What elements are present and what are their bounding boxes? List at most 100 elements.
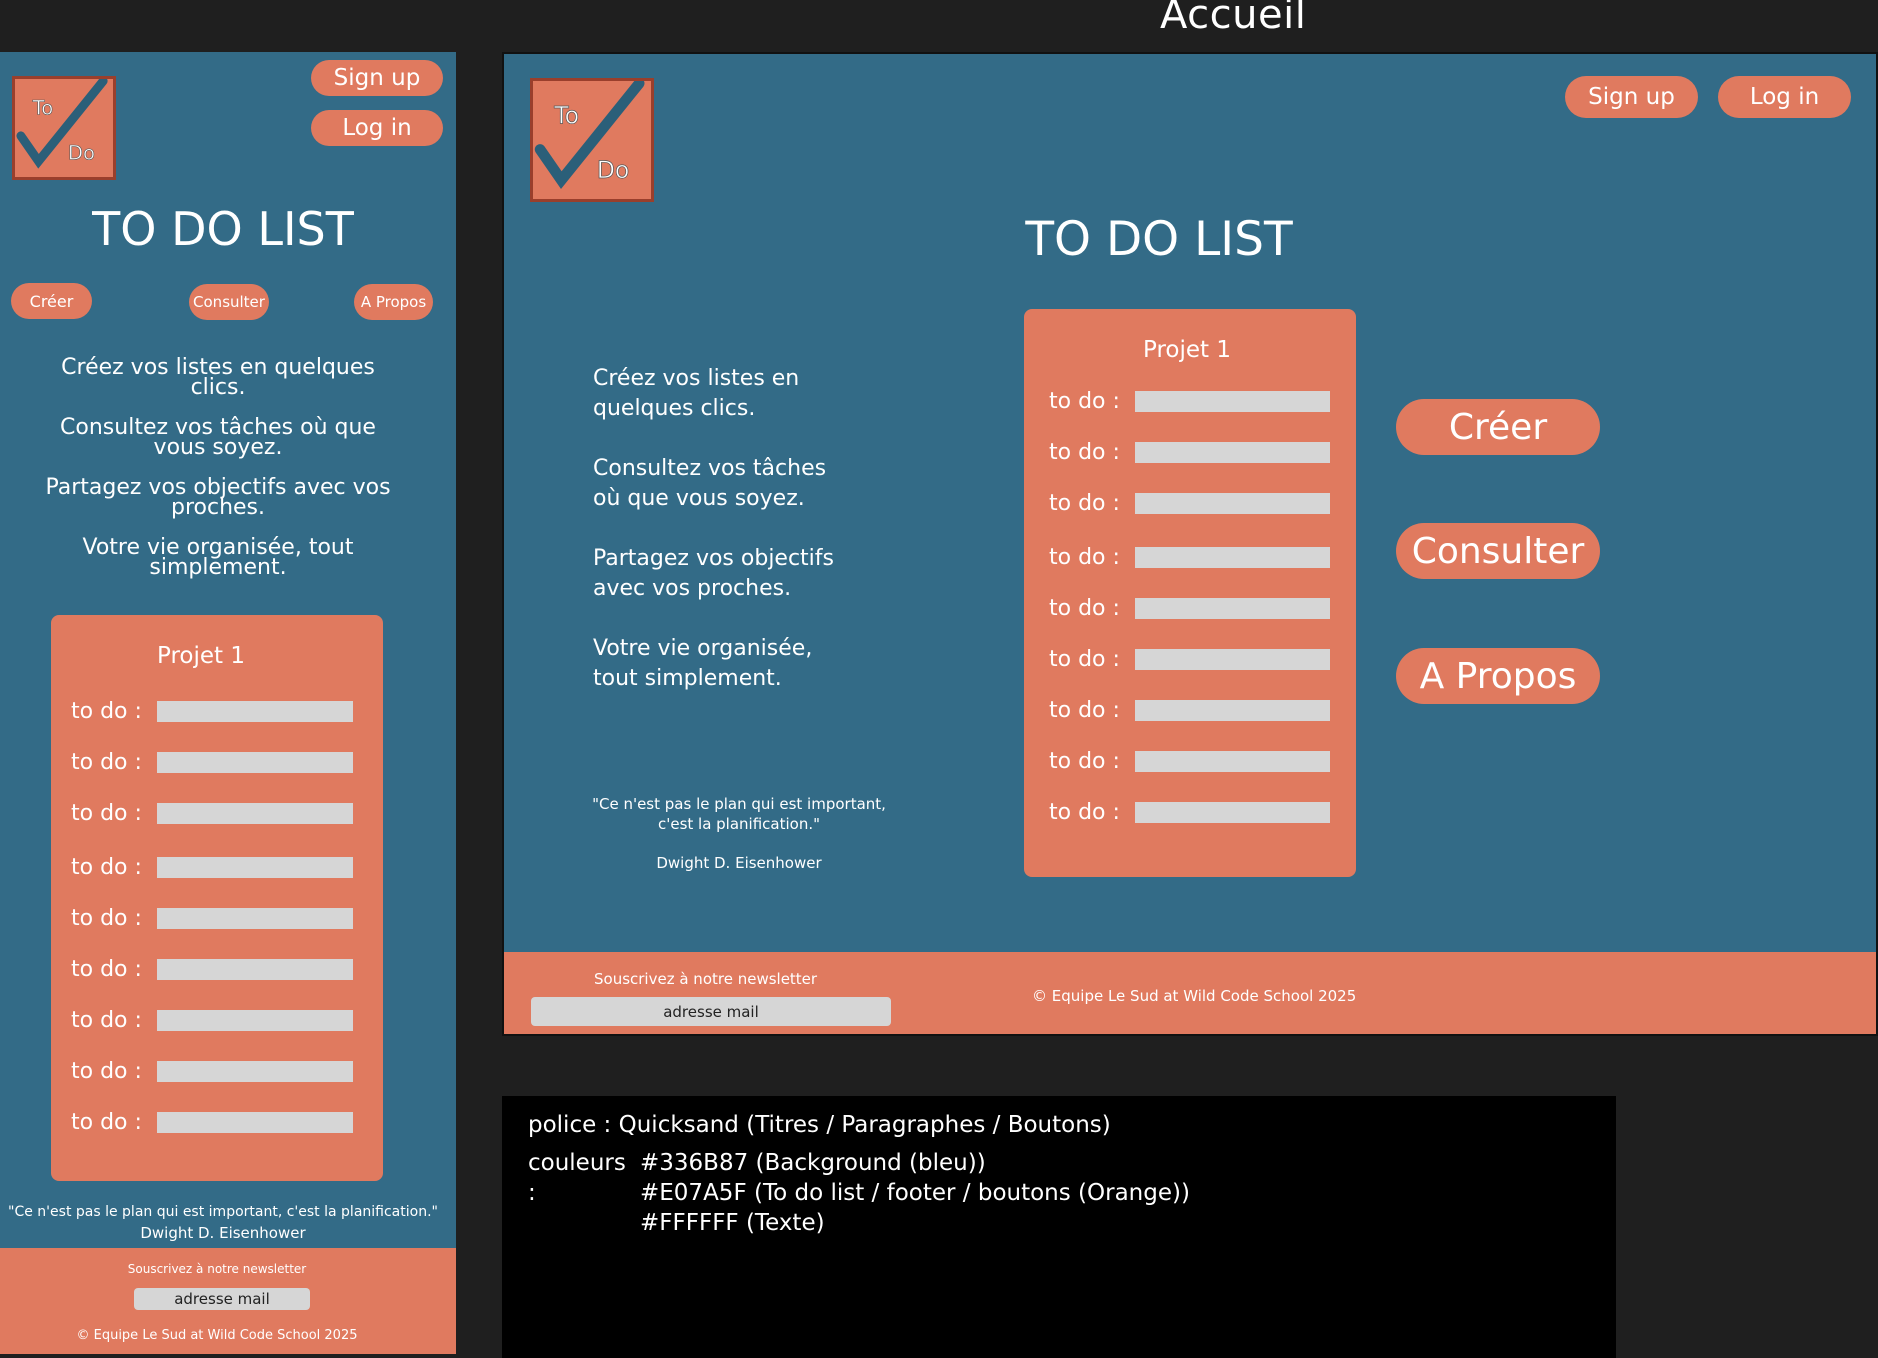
- todo-label: to do :: [1049, 800, 1120, 825]
- signup-button[interactable]: Sign up: [311, 60, 443, 96]
- intro-paragraph: Consultez vos tâches où que vous soyez.: [60, 415, 376, 460]
- intro-paragraph: Votre vie organisée, tout simplement.: [593, 636, 813, 691]
- todo-row: to do :: [1049, 545, 1330, 570]
- todo-row: to do :: [71, 699, 353, 724]
- email-field[interactable]: adresse mail: [134, 1288, 310, 1310]
- color-note: #336B87 (Background (bleu)): [640, 1150, 986, 1176]
- copyright: © Equipe Le Sud at Wild Code School 2025: [1032, 987, 1357, 1005]
- app-title: TO DO LIST: [1025, 212, 1293, 267]
- todo-label: to do :: [71, 750, 142, 775]
- create-button[interactable]: Créer: [11, 283, 92, 319]
- todo-input[interactable]: [157, 1061, 353, 1082]
- copyright: © Equipe Le Sud at Wild Code School 2025: [76, 1328, 358, 1343]
- todo-input[interactable]: [157, 803, 353, 824]
- todo-input[interactable]: [157, 908, 353, 929]
- quote-author: Dwight D. Eisenhower: [140, 1224, 306, 1242]
- todo-input[interactable]: [1135, 598, 1330, 619]
- todo-row: to do :: [71, 906, 353, 931]
- todo-input[interactable]: [1135, 700, 1330, 721]
- todo-label: to do :: [1049, 491, 1120, 516]
- logo-text-top: To: [32, 96, 54, 119]
- todo-label: to do :: [71, 855, 142, 880]
- todo-input[interactable]: [157, 959, 353, 980]
- todo-row: to do :: [1049, 749, 1330, 774]
- quote-text: "Ce n'est pas le plan qui est important,…: [8, 1204, 438, 1220]
- footer: Souscrivez à notre newsletter adresse ma…: [504, 952, 1876, 1034]
- create-button[interactable]: Créer: [1396, 399, 1600, 455]
- todo-input[interactable]: [157, 857, 353, 878]
- todo-label: to do :: [1049, 440, 1120, 465]
- logo-text-bottom: Do: [597, 156, 630, 184]
- intro-paragraph: Partagez vos objectifs avec vos proches.: [593, 546, 835, 601]
- todo-input[interactable]: [157, 701, 353, 722]
- font-note: police : Quicksand (Titres / Paragraphes…: [528, 1112, 1111, 1138]
- quote-author: Dwight D. Eisenhower: [656, 854, 822, 872]
- email-field[interactable]: adresse mail: [531, 997, 891, 1026]
- todo-row: to do :: [1049, 440, 1330, 465]
- app-logo[interactable]: To Do: [530, 78, 654, 202]
- todo-label: to do :: [71, 906, 142, 931]
- desktop-mockup: To Do Sign up Log in TO DO LIST Créez vo…: [502, 52, 1878, 1036]
- todo-row: to do :: [1049, 389, 1330, 414]
- todo-input[interactable]: [1135, 649, 1330, 670]
- todo-row: to do :: [71, 750, 353, 775]
- intro-paragraph: Créez vos listes en quelques clics.: [593, 366, 800, 421]
- todo-row: to do :: [1049, 491, 1330, 516]
- colors-label: couleurs :: [528, 1150, 626, 1206]
- newsletter-label: Souscrivez à notre newsletter: [127, 1262, 307, 1276]
- todo-row: to do :: [71, 957, 353, 982]
- todo-label: to do :: [71, 957, 142, 982]
- signup-button[interactable]: Sign up: [1565, 76, 1698, 118]
- todo-input[interactable]: [157, 752, 353, 773]
- todo-input[interactable]: [1135, 493, 1330, 514]
- todo-label: to do :: [1049, 545, 1120, 570]
- todo-label: to do :: [71, 1110, 142, 1135]
- todo-label: to do :: [1049, 749, 1120, 774]
- todo-input[interactable]: [1135, 391, 1330, 412]
- footer: Souscrivez à notre newsletter adresse ma…: [0, 1248, 456, 1354]
- todo-row: to do :: [71, 801, 353, 826]
- app-title: TO DO LIST: [92, 202, 354, 256]
- todo-row: to do :: [1049, 647, 1330, 672]
- todo-label: to do :: [71, 801, 142, 826]
- project-card: Projet 1 to do : to do : to do : to do :…: [1024, 309, 1356, 877]
- logo-text-top: To: [553, 101, 579, 129]
- color-note: #E07A5F (To do list / footer / boutons (…: [640, 1180, 1190, 1206]
- todo-input[interactable]: [1135, 547, 1330, 568]
- logo-text-bottom: Do: [68, 141, 95, 164]
- intro-paragraph: Votre vie organisée, tout simplement.: [82, 535, 354, 580]
- todo-input[interactable]: [157, 1112, 353, 1133]
- intro-paragraph: Consultez vos tâches où que vous soyez.: [593, 456, 827, 511]
- todo-row: to do :: [71, 855, 353, 880]
- page-title: Accueil: [1160, 0, 1307, 38]
- todo-label: to do :: [71, 1059, 142, 1084]
- intro-text: Créez vos listes en quelques clics. Cons…: [593, 364, 843, 694]
- todo-row: to do :: [71, 1008, 353, 1033]
- todo-input[interactable]: [1135, 751, 1330, 772]
- todo-input[interactable]: [157, 1010, 353, 1031]
- project-title: Projet 1: [1143, 337, 1231, 363]
- todo-label: to do :: [1049, 389, 1120, 414]
- about-button[interactable]: A Propos: [354, 284, 433, 320]
- todo-label: to do :: [1049, 698, 1120, 723]
- consult-button[interactable]: Consulter: [1396, 523, 1600, 579]
- todo-input[interactable]: [1135, 442, 1330, 463]
- quote-text: "Ce n'est pas le plan qui est important,…: [574, 794, 904, 834]
- login-button[interactable]: Log in: [311, 110, 443, 146]
- todo-row: to do :: [71, 1110, 353, 1135]
- newsletter-label: Souscrivez à notre newsletter: [594, 970, 818, 988]
- about-button[interactable]: A Propos: [1396, 648, 1600, 704]
- login-button[interactable]: Log in: [1718, 76, 1851, 118]
- todo-row: to do :: [1049, 698, 1330, 723]
- quote-line: "Ce n'est pas le plan qui est important,: [592, 795, 886, 813]
- todo-row: to do :: [1049, 596, 1330, 621]
- todo-row: to do :: [1049, 800, 1330, 825]
- project-card: Projet 1 to do : to do : to do : to do :…: [51, 615, 383, 1181]
- app-logo[interactable]: To Do: [12, 76, 116, 180]
- intro-paragraph: Créez vos listes en quelques clics.: [61, 355, 375, 400]
- todo-input[interactable]: [1135, 802, 1330, 823]
- consult-button[interactable]: Consulter: [189, 284, 269, 320]
- quote-line: c'est la planification.": [657, 815, 821, 833]
- mobile-mockup: To Do Sign up Log in TO DO LIST Créer Co…: [0, 52, 456, 1354]
- style-guide-note: police : Quicksand (Titres / Paragraphes…: [502, 1096, 1616, 1358]
